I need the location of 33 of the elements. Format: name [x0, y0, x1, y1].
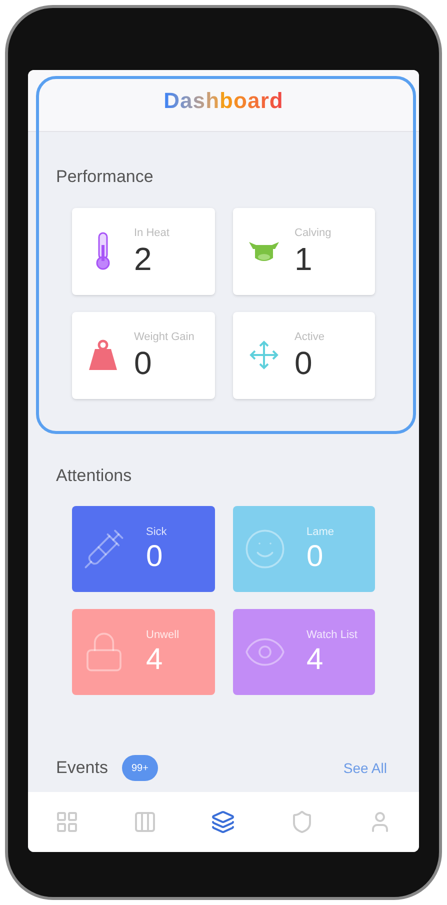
- stat-label: In Heat: [134, 226, 170, 241]
- stat-card[interactable]: In Heat 2: [72, 208, 214, 294]
- syringe-icon: [82, 527, 126, 571]
- alert-label: Sick: [146, 524, 167, 540]
- section-title: Performance: [56, 166, 154, 188]
- stat-value: 2: [134, 241, 153, 278]
- section-title: Attentions: [56, 464, 133, 486]
- stat-label: Weight Gain: [134, 330, 194, 345]
- stat-card[interactable]: Calving 1: [232, 208, 375, 294]
- move-arrows-icon: [248, 340, 278, 370]
- alert-value: 4: [146, 643, 164, 678]
- section-title: Events: [56, 757, 108, 780]
- alert-label: Unwell: [146, 628, 180, 643]
- stat-value: 0: [134, 345, 153, 382]
- alert-label: Lame: [306, 524, 334, 540]
- alert-value: 0: [306, 540, 324, 574]
- alert-value: 0: [146, 540, 164, 574]
- stat-value: 0: [294, 345, 314, 382]
- stat-label: Calving: [294, 226, 332, 241]
- stat-card[interactable]: Weight Gain 0: [72, 312, 214, 398]
- count-badge: 99+: [122, 755, 158, 781]
- weight-icon: [88, 339, 118, 371]
- stat-label: Active: [294, 330, 324, 345]
- columns-icon: [133, 810, 158, 834]
- alert-card[interactable]: Sick 0: [72, 506, 214, 592]
- stat-value: 1: [294, 241, 314, 278]
- grid-icon: [55, 810, 80, 834]
- stat-card[interactable]: Active 0: [232, 312, 375, 398]
- see-all-link[interactable]: See All: [343, 758, 387, 778]
- alert-card[interactable]: Watch List 4: [232, 609, 375, 695]
- layers-icon: [211, 810, 236, 834]
- alert-label: Watch List: [306, 628, 358, 643]
- alert-value: 4: [306, 643, 324, 678]
